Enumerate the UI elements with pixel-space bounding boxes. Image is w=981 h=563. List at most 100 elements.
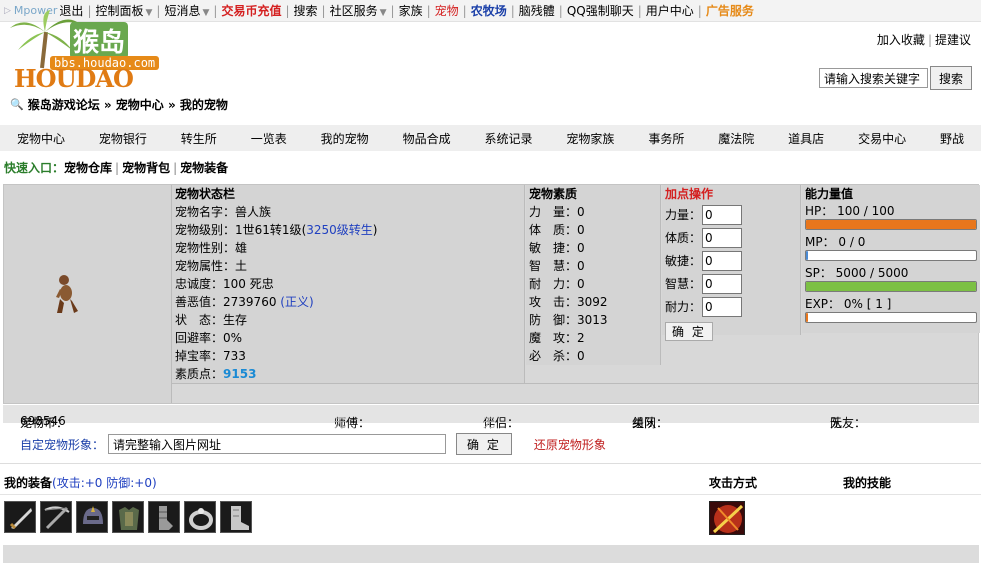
community-link[interactable]: 社区服务 ▼ <box>328 2 389 19</box>
karma-link[interactable]: (正义) <box>280 295 313 309</box>
add-agility-input[interactable] <box>702 250 743 271</box>
add-endurance-input[interactable] <box>702 296 743 317</box>
addpoint-column: 加点操作 力量： 体质： 敏捷： 智慧： 耐力： 确 定 <box>662 185 801 341</box>
boots-icon[interactable] <box>220 501 252 533</box>
nav-trade[interactable]: 交易中心 <box>841 130 923 147</box>
mp-bar-fill <box>806 251 808 260</box>
nav-synthesis[interactable]: 物品合成 <box>386 130 468 147</box>
chevron-down-icon: ▼ <box>379 8 387 18</box>
separator: | <box>115 161 120 175</box>
separator: | <box>321 3 326 18</box>
state-row: 状 态：生存 <box>175 313 248 327</box>
master-value: 无 <box>334 416 347 430</box>
nav-item-shop[interactable]: 道具店 <box>771 130 841 147</box>
custom-image-label: 自定宠物形象： <box>20 437 105 452</box>
bookmark-link[interactable]: 加入收藏 <box>877 33 925 47</box>
search-input[interactable] <box>819 68 928 88</box>
separator: | <box>697 3 702 18</box>
quality-title: 宠物素质 <box>529 187 578 201</box>
dodge-row: 回避率：0% <box>175 331 243 345</box>
nav-pet-center[interactable]: 宠物中心 <box>0 130 82 147</box>
nav-overview[interactable]: 一览表 <box>234 130 304 147</box>
add-constitution-row: 体质： <box>662 226 800 249</box>
ring-icon[interactable] <box>184 501 216 533</box>
page-footer <box>3 545 979 563</box>
mp-label: MP： 0 / 0 <box>805 235 866 249</box>
user-center-link[interactable]: 用户中心 <box>644 2 696 19</box>
quality-row: 体 质：0 <box>529 223 585 237</box>
addpoint-confirm-button[interactable]: 确 定 <box>665 322 713 341</box>
restore-image-link[interactable]: 还原宠物形象 <box>534 436 606 453</box>
partner-value: 无 <box>483 416 496 430</box>
custom-image-url-input[interactable] <box>108 434 447 454</box>
pet-panel: 宠物状态栏 宠物名字：兽人族 宠物级别：1世61转1级(3250级转生) 宠物性… <box>3 184 980 404</box>
custom-image-confirm-button[interactable]: 确 定 <box>456 433 512 455</box>
quick-link-equip[interactable]: 宠物装备 <box>180 161 228 175</box>
nav-pet-family[interactable]: 宠物家族 <box>549 130 631 147</box>
teammate-value: 无 <box>830 416 843 430</box>
gauntlet-icon[interactable] <box>148 501 180 533</box>
separator: | <box>927 33 932 47</box>
pet-attr-row: 宠物属性：土 <box>175 259 248 273</box>
hp-bar <box>805 219 977 230</box>
attack-mode-header: 攻击方式 <box>709 476 758 490</box>
state-value: 生存 <box>223 313 248 327</box>
site-logo[interactable]: 猴岛 bbs.houdao.com HOUDAO <box>10 4 160 96</box>
status-strip: 宠物币： 698546 师傅：无 伴侣：无 组队： 关闭 队友：无 <box>3 405 979 430</box>
quality-row: 必 杀：0 <box>529 349 585 363</box>
nav-magic[interactable]: 魔法院 <box>701 130 771 147</box>
nav-rebirth[interactable]: 转生所 <box>164 130 234 147</box>
quality-row: 智 慧：0 <box>529 259 585 273</box>
pet-gender: 雄 <box>235 241 248 255</box>
breadcrumb-text[interactable]: 猴岛游戏论坛 » 宠物中心 » 我的宠物 <box>28 96 228 113</box>
rebirth-level-link[interactable]: 3250级转生 <box>306 223 373 237</box>
pet-level: 1世61转1级 <box>235 223 302 237</box>
panel-footer <box>172 383 978 403</box>
add-constitution-input[interactable] <box>702 227 743 248</box>
skills-header: 我的技能 <box>843 476 892 490</box>
qq-chat-link[interactable]: QQ强制聊天 <box>565 2 636 19</box>
messages-link[interactable]: 短消息 ▼ <box>162 2 211 19</box>
custom-image-form: 自定宠物形象： 确 定 还原宠物形象 <box>20 433 606 455</box>
separator: | <box>213 3 218 18</box>
divider <box>0 494 981 495</box>
quick-link-storage[interactable]: 宠物仓库 <box>64 161 112 175</box>
quick-label: 快速入口： <box>4 161 65 175</box>
dodge-value: 0% <box>223 331 243 345</box>
sp-label: SP： 5000 / 5000 <box>805 266 909 280</box>
sp-bar <box>805 281 977 292</box>
sword-icon[interactable] <box>4 501 36 533</box>
add-wisdom-input[interactable] <box>702 273 743 294</box>
ability-title: 能力量值 <box>805 187 854 201</box>
add-strength-input[interactable] <box>702 204 743 225</box>
separator: | <box>390 3 395 18</box>
attack-mode-icon[interactable] <box>709 501 745 535</box>
add-agility-row: 敏捷： <box>662 249 800 272</box>
quick-link-bag[interactable]: 宠物背包 <box>122 161 170 175</box>
loyalty-value: 100 死忠 <box>223 277 274 291</box>
nav-records[interactable]: 系统记录 <box>468 130 550 147</box>
team-value: 关闭 <box>632 416 657 430</box>
search-link[interactable]: 搜索 <box>292 2 320 19</box>
suggest-link[interactable]: 提建议 <box>935 33 971 47</box>
helmet-icon[interactable] <box>76 501 108 533</box>
quality-row: 攻 击：3092 <box>529 295 608 309</box>
quality-row: 防 御：3013 <box>529 313 608 327</box>
pet-attr: 土 <box>235 259 248 273</box>
pet-level-row: 宠物级别：1世61转1级(3250级转生) <box>175 223 378 237</box>
separator: | <box>510 3 515 18</box>
recharge-link[interactable]: 交易币充值 <box>219 2 283 19</box>
nav-pet-bank[interactable]: 宠物银行 <box>82 130 164 147</box>
family-link[interactable]: 家族 <box>397 2 425 19</box>
farm-link[interactable]: 农牧场 <box>469 2 509 19</box>
font-link[interactable]: 脑残體 <box>517 2 557 19</box>
nav-battle[interactable]: 野战 <box>923 130 981 147</box>
nav-office[interactable]: 事务所 <box>631 130 701 147</box>
ad-service-link[interactable]: 广告服务 <box>704 2 756 19</box>
crossbow-icon[interactable] <box>40 501 72 533</box>
armor-icon[interactable] <box>112 501 144 533</box>
status-title: 宠物状态栏 <box>175 187 236 201</box>
pet-link[interactable]: 宠物 <box>433 2 461 19</box>
search-button[interactable]: 搜索 <box>930 66 972 90</box>
nav-my-pet[interactable]: 我的宠物 <box>304 130 386 147</box>
